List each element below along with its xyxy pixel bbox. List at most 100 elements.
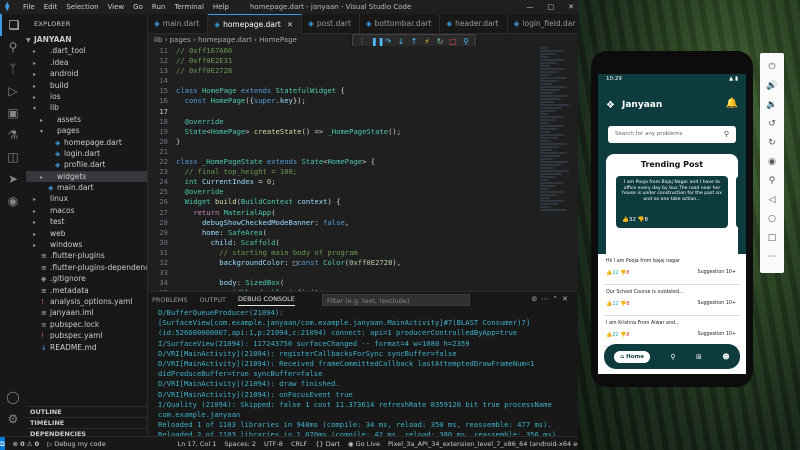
notification-bell-icon[interactable]: 🔔 xyxy=(726,98,738,109)
problems-status[interactable]: ⊗ 0 ⚠ 0 xyxy=(13,440,40,448)
remote-indicator-icon[interactable]: ⧉ xyxy=(0,436,5,450)
minimap[interactable] xyxy=(540,46,570,291)
tree-item[interactable]: ≡ .metadata xyxy=(26,285,147,296)
step-over-icon[interactable]: ↷ xyxy=(384,37,392,46)
outline-section[interactable]: OUTLINE xyxy=(26,406,148,417)
language-status[interactable]: {} Dart xyxy=(315,440,340,448)
trending-post-right[interactable] xyxy=(736,176,746,228)
maximize-panel-icon[interactable]: ⌃ xyxy=(552,295,562,303)
hot-reload-icon[interactable]: ⚡ xyxy=(423,37,431,46)
code-line[interactable]: 13 // 0xff0E2728 xyxy=(148,66,578,76)
more-options-icon[interactable]: ⋯ xyxy=(760,247,784,266)
menu-item-go[interactable]: Go xyxy=(133,3,143,11)
problem-list-item[interactable]: Our School Course is outdated... 👍22 👎8 Sug… xyxy=(604,285,740,316)
menu-item-edit[interactable]: Edit xyxy=(44,3,58,11)
search-icon[interactable]: ⚲ xyxy=(724,126,729,143)
tab-bottombar-dart[interactable]: ◈ bottombar.dart xyxy=(360,14,441,34)
golive-button[interactable]: ◉ Go Live xyxy=(348,440,380,448)
tree-item[interactable]: ≡ janyaan.iml xyxy=(26,307,147,318)
upvote-count[interactable]: 👍22 xyxy=(606,301,619,307)
source-control-icon[interactable]: ᛉ xyxy=(0,58,26,80)
downvote-count[interactable]: 👎8 xyxy=(620,301,629,307)
back-icon[interactable]: ◁ xyxy=(760,190,784,209)
tree-item[interactable]: ▸ windows xyxy=(26,239,147,250)
tree-item[interactable]: ▸ assets xyxy=(26,114,147,125)
pause-icon[interactable]: ❚❚ xyxy=(371,37,384,46)
downvote-count[interactable]: 👎8 xyxy=(620,332,629,338)
devtools-icon[interactable]: ⚲ xyxy=(462,37,470,46)
tree-item[interactable]: ◈ homepage.dart xyxy=(26,137,147,148)
tree-item[interactable]: ▸ .dart_tool xyxy=(26,45,147,56)
tab-login-field-dar[interactable]: ◈ login_field.dar xyxy=(508,14,578,34)
suggestion-count[interactable]: Suggestion 10+ xyxy=(698,332,736,337)
tree-item[interactable]: ▸ widgets xyxy=(26,170,147,183)
code-line[interactable]: 14 xyxy=(148,76,578,86)
suggestion-count[interactable]: Suggestion 10+ xyxy=(698,270,736,275)
tree-item[interactable]: ▸ .idea xyxy=(26,57,147,68)
step-into-icon[interactable]: ↓ xyxy=(397,37,405,46)
nav-add-icon[interactable]: ⊞ xyxy=(696,353,702,361)
menu-item-run[interactable]: Run xyxy=(152,3,165,11)
code-line[interactable]: 17 xyxy=(148,107,578,117)
clear-console-icon[interactable]: ⊘ xyxy=(531,295,541,303)
close-panel-icon[interactable]: ✕ xyxy=(562,295,572,303)
upvote-icon[interactable]: 👍 xyxy=(622,217,629,224)
code-line[interactable]: 31 // starting main body of program xyxy=(148,248,578,258)
panel-tab-output[interactable]: OUTPUT xyxy=(199,296,226,304)
suggestion-count[interactable]: Suggestion 10+ xyxy=(698,301,736,306)
close-icon[interactable]: ✕ xyxy=(568,3,574,11)
tree-item[interactable]: ≡ pubspec.lock xyxy=(26,319,147,330)
code-line[interactable]: 27 return MaterialApp( xyxy=(148,208,578,218)
code-line[interactable]: 22 class _HomePageState extends State<Hom… xyxy=(148,157,578,167)
testing-icon[interactable]: ⚗ xyxy=(0,124,26,146)
tree-item[interactable]: ◆ .gitignore xyxy=(26,273,147,284)
debug-status[interactable]: ▷ Debug my code xyxy=(47,440,105,448)
rotate-right-icon[interactable]: ↻ xyxy=(760,133,784,152)
code-line[interactable]: 15 class HomePage extends StatefulWidget … xyxy=(148,86,578,96)
problem-search-input[interactable]: Search for any problems ⚲ xyxy=(608,126,736,143)
emulator-screen[interactable]: 10:29 ▲ ▮ ❖ Janyaan 🔔 Search for any prob… xyxy=(598,74,746,374)
drag-handle-icon[interactable]: ⋮ xyxy=(358,37,366,46)
tab-header-dart[interactable]: ◈ header.dart xyxy=(440,14,508,34)
code-line[interactable]: 33 xyxy=(148,268,578,278)
code-editor[interactable]: 11 // 0xff167A60 12 // 0xff0E2E31 13 // 0xff0… xyxy=(148,46,578,291)
code-line[interactable]: 11 // 0xff167A60 xyxy=(148,46,578,56)
maximize-icon[interactable]: □ xyxy=(548,3,555,11)
flutter-icon[interactable]: ➤ xyxy=(0,168,26,190)
nav-home[interactable]: ⌂ Home xyxy=(614,350,650,363)
code-line[interactable]: 30 child: Scaffold( xyxy=(148,238,578,248)
code-line[interactable]: 25 @override xyxy=(148,187,578,197)
menu-item-view[interactable]: View xyxy=(108,3,125,11)
menu-item-terminal[interactable]: Terminal xyxy=(174,3,204,11)
downvote-count[interactable]: 👎8 xyxy=(620,270,629,276)
tree-item[interactable]: ▸ macos xyxy=(26,205,147,216)
console-filter-input[interactable]: Filter (e.g. text, !exclude) xyxy=(322,294,470,306)
zoom-icon[interactable]: ⚲ xyxy=(760,171,784,190)
run-debug-icon[interactable]: ▷ xyxy=(0,80,26,102)
restart-icon[interactable]: ↻ xyxy=(436,37,444,46)
tree-item[interactable]: ↓ README.md xyxy=(26,342,147,353)
menu-item-file[interactable]: File xyxy=(23,3,35,11)
cursor-position[interactable]: Ln 17, Col 1 xyxy=(178,440,217,448)
menu-item-selection[interactable]: Selection xyxy=(66,3,98,11)
step-out-icon[interactable]: ↑ xyxy=(410,37,418,46)
tab-main-dart[interactable]: ◈ main.dart xyxy=(148,14,209,34)
menu-item-help[interactable]: Help xyxy=(213,3,229,11)
code-line[interactable]: 23 // final top_height = 100; xyxy=(148,167,578,177)
settings-gear-icon[interactable]: ⚙ xyxy=(0,408,26,430)
code-line[interactable]: 19 State<HomePage> createState() => _Hom… xyxy=(148,127,578,137)
problem-list-item[interactable]: Hii I am Pooja from bajaj nagar 👍22 👎8 Sugg… xyxy=(604,254,740,285)
tree-item[interactable]: ! analysis_options.yaml xyxy=(26,296,147,307)
github-icon[interactable]: ◉ xyxy=(0,190,26,212)
trending-post[interactable]: I am Pooja from Bajaj Nagar and I have t… xyxy=(616,176,728,228)
code-line[interactable]: 12 // 0xff0E2E31 xyxy=(148,56,578,66)
explorer-icon[interactable]: ❏ xyxy=(0,14,26,36)
tree-item[interactable]: ◈ login.dart xyxy=(26,148,147,159)
tree-item[interactable]: ▸ web xyxy=(26,228,147,239)
breadcrumb-item[interactable]: pages xyxy=(170,36,191,44)
tree-item[interactable]: ▸ linux xyxy=(26,193,147,204)
power-icon[interactable]: ⏻ xyxy=(760,57,784,76)
tree-root[interactable]: ▼ JANYAAN xyxy=(26,34,147,45)
close-tab-icon[interactable]: ✕ xyxy=(287,20,293,29)
rotate-left-icon[interactable]: ↺ xyxy=(760,114,784,133)
